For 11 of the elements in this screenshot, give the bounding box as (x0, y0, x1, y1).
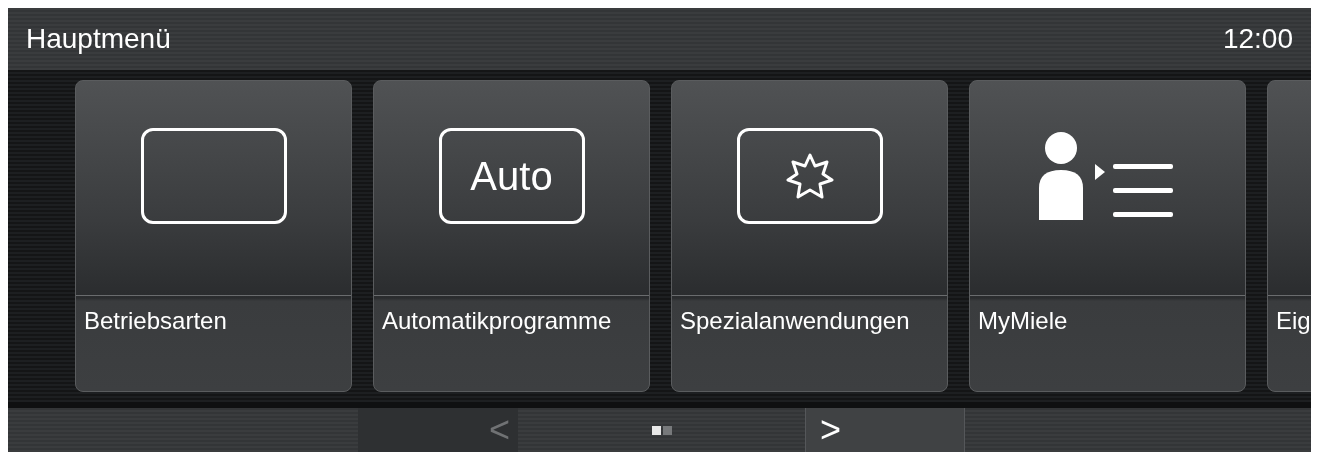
menu-tile[interactable]: MyMiele (969, 80, 1246, 392)
menu-tile[interactable]: Spezialanwendungen (671, 80, 948, 392)
menu-tile[interactable]: Eig (1267, 80, 1311, 392)
screen-title: Hauptmenü (26, 22, 171, 56)
clock: 12:00 (1222, 22, 1293, 56)
frame-icon (140, 128, 287, 224)
starburst-icon (736, 128, 883, 224)
menu-tile[interactable]: Betriebsarten (75, 80, 352, 392)
menu-tile[interactable]: Auto Automatikprogramme (373, 80, 650, 392)
auto-icon: Auto (438, 128, 585, 224)
next-page-button[interactable]: > (805, 408, 965, 452)
